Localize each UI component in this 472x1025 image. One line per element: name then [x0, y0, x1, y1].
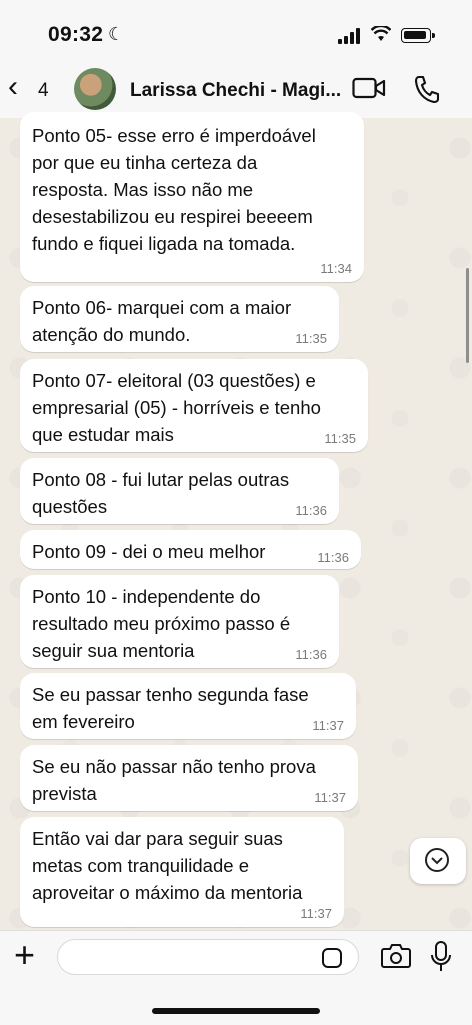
message-text: Ponto 07- eleitoral (03 questões) e empr… — [32, 370, 321, 445]
message-text: Ponto 05- esse erro é imperdoável por qu… — [32, 125, 316, 254]
unread-count: 4 — [38, 80, 49, 101]
message-time: 11:36 — [317, 550, 349, 565]
moon-icon: ☾ — [108, 24, 125, 44]
message-text: Se eu passar tenho segunda fase em fever… — [32, 684, 309, 732]
message-bubble[interactable]: Ponto 08 - fui lutar pelas outras questõ… — [20, 458, 339, 524]
message-text: Então vai dar para seguir suas metas com… — [32, 828, 303, 903]
scrollbar[interactable] — [466, 268, 469, 363]
message-text: Ponto 09 - dei o meu melhor — [32, 541, 266, 562]
signal-icon — [338, 28, 362, 44]
message-bubble[interactable]: Ponto 06- marquei com a maior atenção do… — [20, 286, 339, 352]
video-call-icon[interactable] — [352, 76, 386, 100]
message-text: Ponto 06- marquei com a maior atenção do… — [32, 297, 292, 345]
message-bubble[interactable]: Se eu não passar não tenho prova previst… — [20, 745, 358, 811]
message-bubble[interactable]: Ponto 05- esse erro é imperdoável por qu… — [20, 112, 364, 282]
phone-icon[interactable] — [414, 75, 440, 103]
sticker-icon[interactable] — [322, 948, 342, 968]
message-bubble[interactable]: Se eu passar tenho segunda fase em fever… — [20, 673, 356, 739]
message-bubble[interactable]: Então vai dar para seguir suas metas com… — [20, 817, 344, 927]
wifi-icon — [371, 26, 391, 41]
message-input[interactable] — [57, 939, 359, 975]
status-bar: 09:32 ☾ — [0, 0, 472, 62]
message-time: 11:36 — [295, 647, 327, 662]
chat-header: ‹ 4 Larissa Chechi - Magi... — [0, 62, 472, 119]
message-text: Ponto 08 - fui lutar pelas outras questõ… — [32, 469, 290, 517]
message-time: 11:36 — [295, 503, 327, 518]
battery-icon — [401, 28, 435, 43]
attach-button[interactable]: + — [14, 937, 35, 973]
message-text: Se eu não passar não tenho prova previst… — [32, 756, 316, 804]
message-text: Ponto 10 - independente do resultado meu… — [32, 586, 291, 661]
message-time: 11:37 — [312, 718, 344, 733]
status-time: 09:32 — [48, 23, 104, 46]
message-time: 11:34 — [320, 261, 352, 276]
back-button[interactable]: ‹ — [8, 72, 18, 102]
message-bubble[interactable]: Ponto 07- eleitoral (03 questões) e empr… — [20, 359, 368, 452]
home-indicator — [152, 1008, 320, 1014]
microphone-icon[interactable] — [430, 941, 452, 973]
scroll-to-bottom-button[interactable] — [410, 838, 466, 884]
message-time: 11:35 — [324, 431, 356, 446]
message-time: 11:35 — [295, 331, 327, 346]
message-bubble[interactable]: Ponto 09 - dei o meu melhor 11:36 — [20, 530, 361, 569]
camera-icon[interactable] — [381, 943, 411, 968]
avatar[interactable] — [74, 68, 116, 110]
message-bubble[interactable]: Ponto 10 - independente do resultado meu… — [20, 575, 339, 668]
chevron-down-icon — [425, 848, 449, 872]
message-time: 11:37 — [300, 906, 332, 921]
contact-name[interactable]: Larissa Chechi - Magi... — [130, 80, 341, 102]
message-composer: + — [0, 930, 472, 1025]
message-time: 11:37 — [314, 790, 346, 805]
